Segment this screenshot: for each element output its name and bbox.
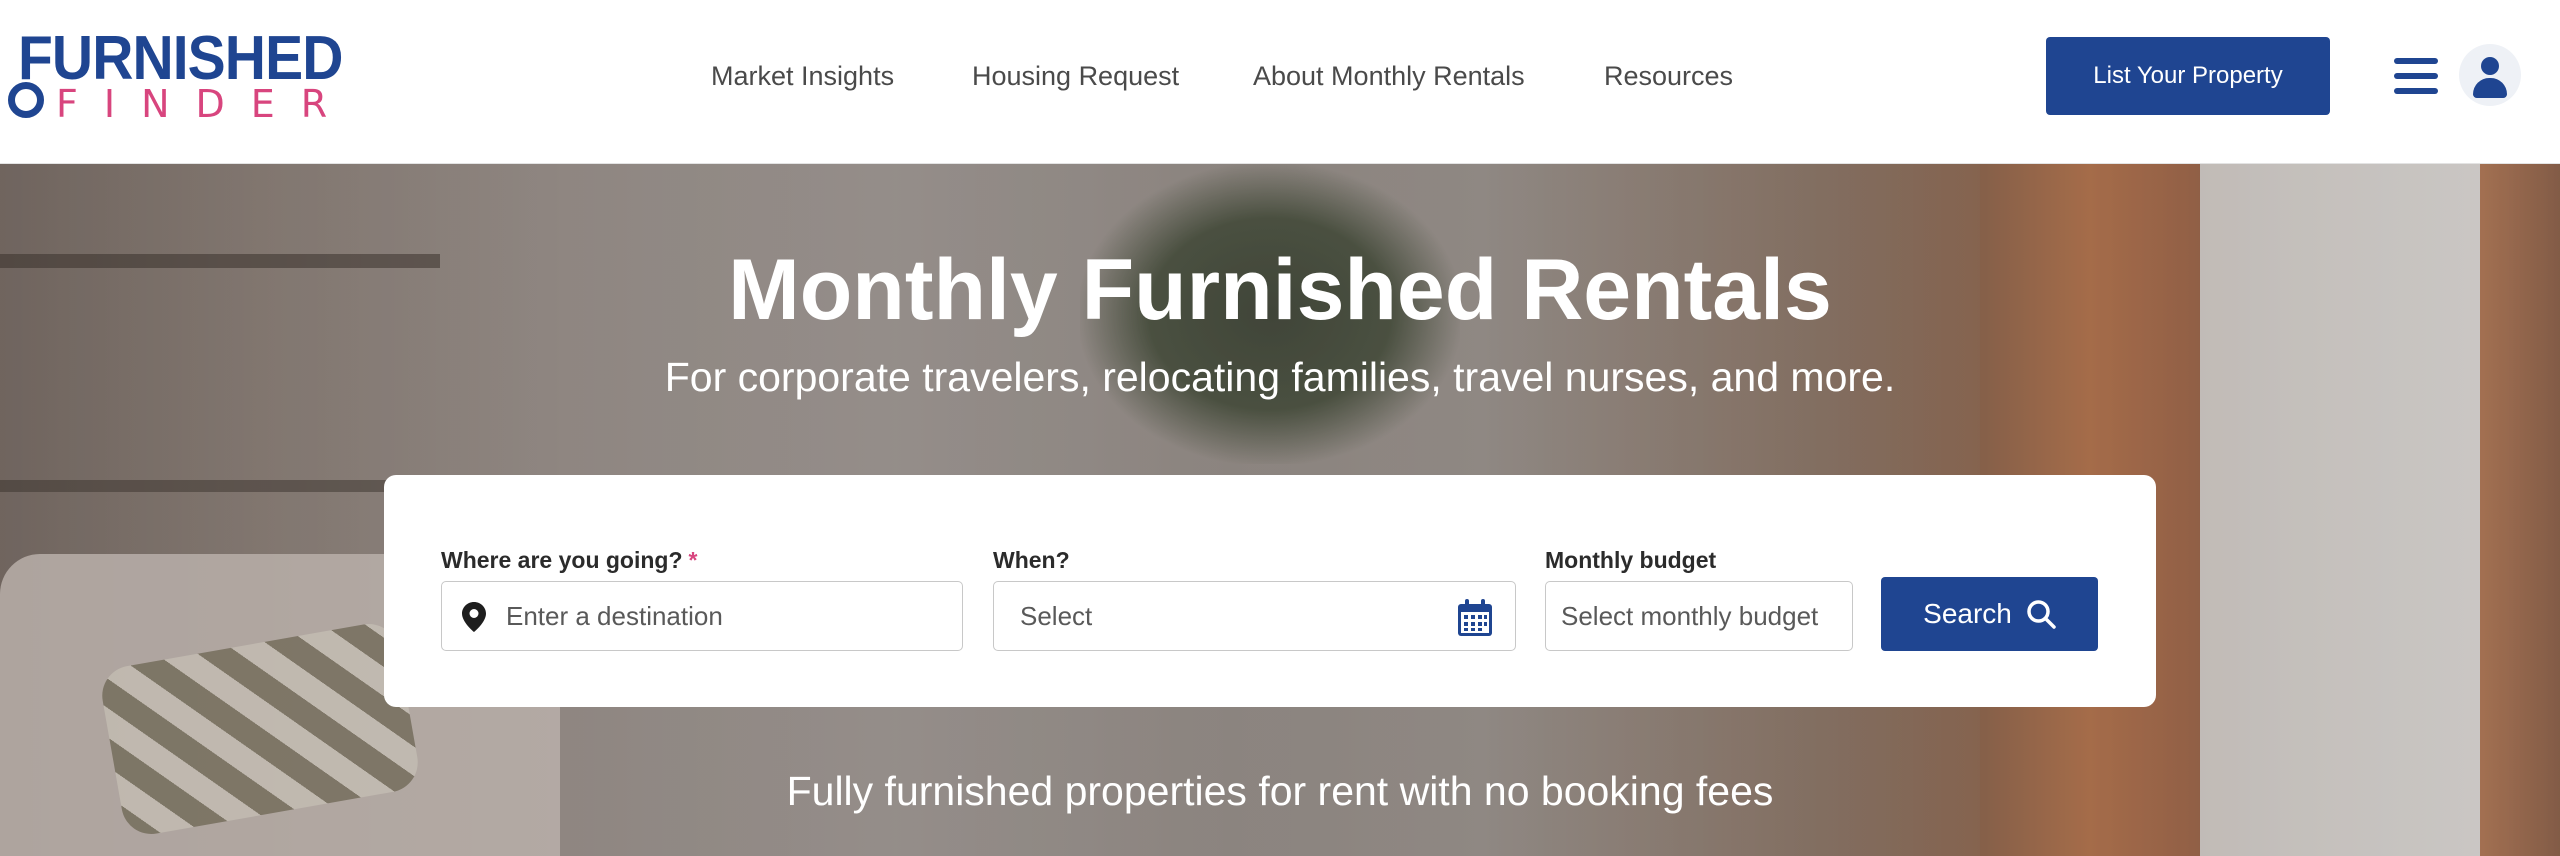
nav-item-housing-request[interactable]: Housing Request [972, 56, 1179, 96]
destination-label: Where are you going? * [441, 547, 698, 573]
nav-item-market-insights[interactable]: Market Insights [711, 56, 894, 96]
furnished-finder-logo[interactable]: FURNISHED FINDER [8, 28, 368, 124]
calendar-icon[interactable] [1457, 599, 1493, 637]
logo-key-icon [8, 82, 44, 118]
budget-select-input[interactable] [1546, 582, 1852, 650]
page-subtitle: For corporate travelers, relocating fami… [664, 354, 1896, 400]
destination-input[interactable] [442, 582, 962, 650]
search-card: Where are you going?* When? [384, 475, 2156, 707]
nav-item-about-monthly-rentals[interactable]: About Monthly Rentals [1253, 56, 1525, 96]
logo-wordmark-top: FURNISHED [18, 24, 343, 93]
budget-label: Monthly budget [1545, 547, 1717, 573]
search-icon [2027, 600, 2056, 629]
date-select-input[interactable] [994, 582, 1515, 650]
when-label: When? [993, 547, 1070, 573]
list-your-property-button[interactable]: List Your Property [2046, 37, 2330, 115]
when-field[interactable] [993, 581, 1516, 651]
search-button-label: Search [1923, 598, 2012, 629]
destination-field[interactable] [441, 581, 963, 651]
user-icon[interactable] [2459, 44, 2521, 106]
hero-section: Monthly Furnished Rentals For corporate … [0, 164, 2560, 856]
hamburger-icon[interactable] [2394, 58, 2438, 94]
page-title: Monthly Furnished Rentals [728, 242, 1832, 338]
site-header: FURNISHED FINDER Market Insights Housing… [0, 0, 2560, 164]
budget-field[interactable] [1545, 581, 1853, 651]
hero-tagline: Fully furnished properties for rent with… [786, 768, 1774, 814]
required-marker: * [688, 547, 698, 573]
search-button[interactable]: Search [1881, 577, 2098, 651]
nav-item-resources[interactable]: Resources [1604, 56, 1733, 96]
logo-wordmark-bottom: FINDER [56, 82, 354, 126]
